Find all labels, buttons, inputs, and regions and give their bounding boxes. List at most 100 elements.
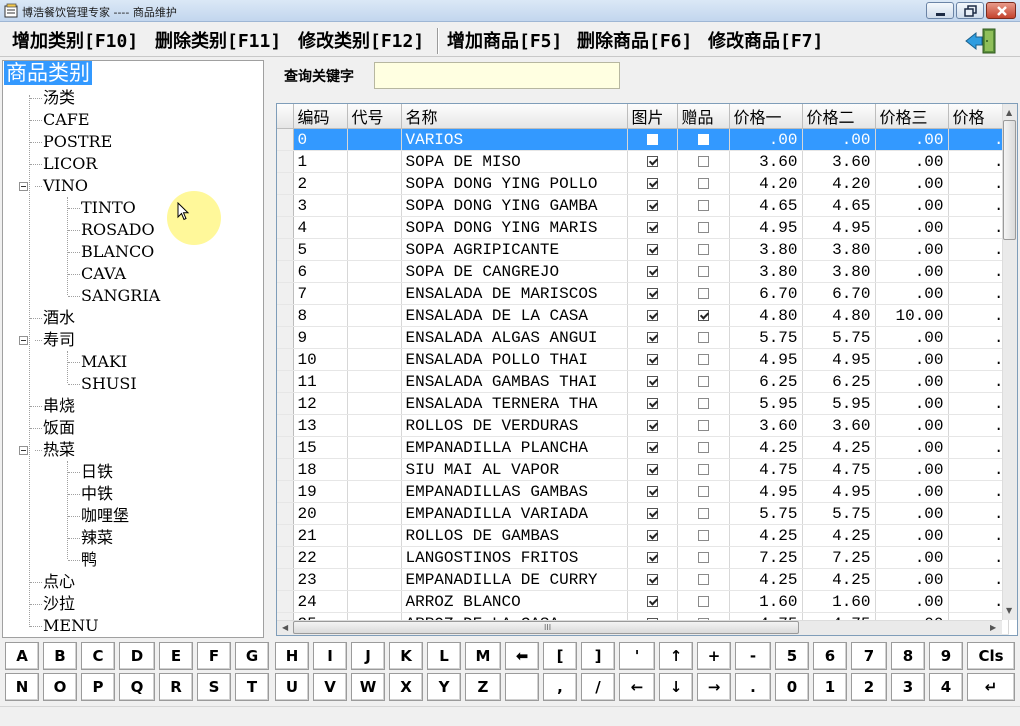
cell-code[interactable]: 24	[293, 590, 348, 613]
row-indicator[interactable]	[277, 150, 294, 173]
gift-checkbox-cell[interactable]	[677, 348, 730, 371]
checkbox-checked-icon[interactable]	[646, 397, 658, 409]
cell-p4[interactable]: .	[948, 260, 1009, 283]
cell-name[interactable]: ENSALADA TERNERA THA	[401, 392, 628, 415]
key-row1-8[interactable]: I	[313, 642, 347, 670]
row-indicator[interactable]	[277, 172, 294, 195]
key-row1-15[interactable]: ]	[581, 642, 615, 670]
gift-checkbox-cell[interactable]	[677, 568, 730, 591]
key-row1-4[interactable]: E	[159, 642, 193, 670]
checkbox-checked-icon[interactable]	[646, 353, 658, 365]
cell-p2[interactable]: 4.80	[802, 304, 876, 327]
tree-item-sushi[interactable]: 寿司	[43, 330, 75, 350]
cell-p2[interactable]: 5.75	[802, 502, 876, 525]
picture-checkbox-cell[interactable]	[627, 150, 678, 173]
row-indicator[interactable]	[277, 260, 294, 283]
table-row[interactable]: 12 ENSALADA TERNERA THA 5.95 5.95.00.	[277, 392, 1009, 415]
table-row[interactable]: 23 EMPANADILLA DE CURRY 4.25 4.25.00.	[277, 568, 1009, 591]
gift-checkbox-cell[interactable]	[677, 436, 730, 459]
key-row2-20[interactable]: 0	[775, 673, 809, 701]
key-row2-2[interactable]: P	[81, 673, 115, 701]
tree-item-sangria[interactable]: SANGRIA	[81, 286, 160, 306]
cell-p1[interactable]: 3.60	[729, 414, 803, 437]
tree-item-chinese-iron[interactable]: 中铁	[81, 484, 113, 504]
key-row1-11[interactable]: L	[427, 642, 461, 670]
table-row[interactable]: 15 EMPANADILLA PLANCHA 4.25 4.25.00.	[277, 436, 1009, 459]
cell-p1[interactable]: 4.20	[729, 172, 803, 195]
key-row1-12[interactable]: M	[465, 642, 501, 670]
picture-checkbox-cell[interactable]	[627, 304, 678, 327]
cell-alias[interactable]	[347, 370, 402, 393]
row-indicator[interactable]	[277, 524, 294, 547]
table-row[interactable]: 10 ENSALADA POLLO THAI 4.95 4.95.00.	[277, 348, 1009, 371]
cell-name[interactable]: ROLLOS DE VERDURAS	[401, 414, 628, 437]
tree-item-dim-sum[interactable]: 点心	[43, 572, 75, 592]
cell-code[interactable]: 4	[293, 216, 348, 239]
edit-item-button[interactable]: 修改商品[F7]	[708, 27, 823, 53]
cell-p3[interactable]: .00	[875, 150, 949, 173]
minimize-button[interactable]	[926, 2, 954, 19]
cell-p2[interactable]: 1.60	[802, 590, 876, 613]
row-indicator[interactable]	[277, 370, 294, 393]
key-row1-13[interactable]: ⬅	[505, 642, 539, 670]
picture-checkbox-cell[interactable]	[627, 282, 678, 305]
cell-p2[interactable]: 3.60	[802, 150, 876, 173]
key-row2-15[interactable]: /	[581, 673, 615, 701]
key-row2-17[interactable]: ↓	[659, 673, 693, 701]
gift-checkbox-cell[interactable]	[677, 458, 730, 481]
cell-p3[interactable]: .00	[875, 436, 949, 459]
key-row2-12[interactable]: Z	[465, 673, 501, 701]
cell-code[interactable]: 22	[293, 546, 348, 569]
gift-checkbox-cell[interactable]	[677, 150, 730, 173]
checkbox-unchecked-icon[interactable]	[697, 199, 709, 211]
key-row2-9[interactable]: W	[351, 673, 385, 701]
close-button[interactable]	[986, 2, 1016, 19]
cell-alias[interactable]	[347, 238, 402, 261]
cell-alias[interactable]	[347, 260, 402, 283]
cell-alias[interactable]	[347, 458, 402, 481]
tree-item-duck[interactable]: 鸭	[81, 550, 97, 570]
gift-checkbox-cell[interactable]	[677, 172, 730, 195]
cell-code[interactable]: 19	[293, 480, 348, 503]
key-row2-7[interactable]: U	[275, 673, 309, 701]
cell-name[interactable]: ENSALADA GAMBAS THAI	[401, 370, 628, 393]
cell-p4[interactable]: .	[948, 502, 1009, 525]
table-row[interactable]: 22 LANGOSTINOS FRITOS 7.25 7.25.00.	[277, 546, 1009, 569]
cell-code[interactable]: 12	[293, 392, 348, 415]
row-indicator[interactable]	[277, 392, 294, 415]
key-row1-18[interactable]: +	[697, 642, 731, 670]
key-row2-25[interactable]: ↵	[967, 673, 1015, 701]
row-indicator[interactable]	[277, 546, 294, 569]
key-row2-8[interactable]: V	[313, 673, 347, 701]
cell-p3[interactable]: 10.00	[875, 304, 949, 327]
key-row1-14[interactable]: [	[543, 642, 577, 670]
checkbox-checked-icon[interactable]	[646, 375, 658, 387]
cell-p3[interactable]: .00	[875, 392, 949, 415]
cell-p2[interactable]: 5.95	[802, 392, 876, 415]
scroll-down-icon[interactable]: ▼	[1006, 606, 1012, 615]
cell-p4[interactable]: .	[948, 392, 1009, 415]
checkbox-unchecked-icon[interactable]	[697, 265, 709, 277]
cell-p1[interactable]: 4.25	[729, 524, 803, 547]
cell-p4[interactable]: .	[948, 348, 1009, 371]
checkbox-unchecked-icon[interactable]	[646, 133, 658, 145]
gift-checkbox-cell[interactable]	[677, 304, 730, 327]
row-indicator[interactable]	[277, 458, 294, 481]
cell-alias[interactable]	[347, 348, 402, 371]
row-indicator[interactable]	[277, 348, 294, 371]
key-row1-19[interactable]: -	[735, 642, 771, 670]
gift-checkbox-cell[interactable]	[677, 546, 730, 569]
cell-p3[interactable]: .00	[875, 524, 949, 547]
picture-checkbox-cell[interactable]	[627, 502, 678, 525]
cell-code[interactable]: 3	[293, 194, 348, 217]
key-row1-25[interactable]: Cls	[967, 642, 1015, 670]
checkbox-checked-icon[interactable]	[646, 221, 658, 233]
row-indicator[interactable]	[277, 414, 294, 437]
cell-p1[interactable]: 5.95	[729, 392, 803, 415]
cell-alias[interactable]	[347, 128, 402, 151]
checkbox-unchecked-icon[interactable]	[697, 507, 709, 519]
cell-name[interactable]: SOPA AGRIPICANTE	[401, 238, 628, 261]
tree-item-hot-dishes[interactable]: 热菜	[43, 440, 75, 460]
gift-checkbox-cell[interactable]	[677, 326, 730, 349]
cell-alias[interactable]	[347, 502, 402, 525]
